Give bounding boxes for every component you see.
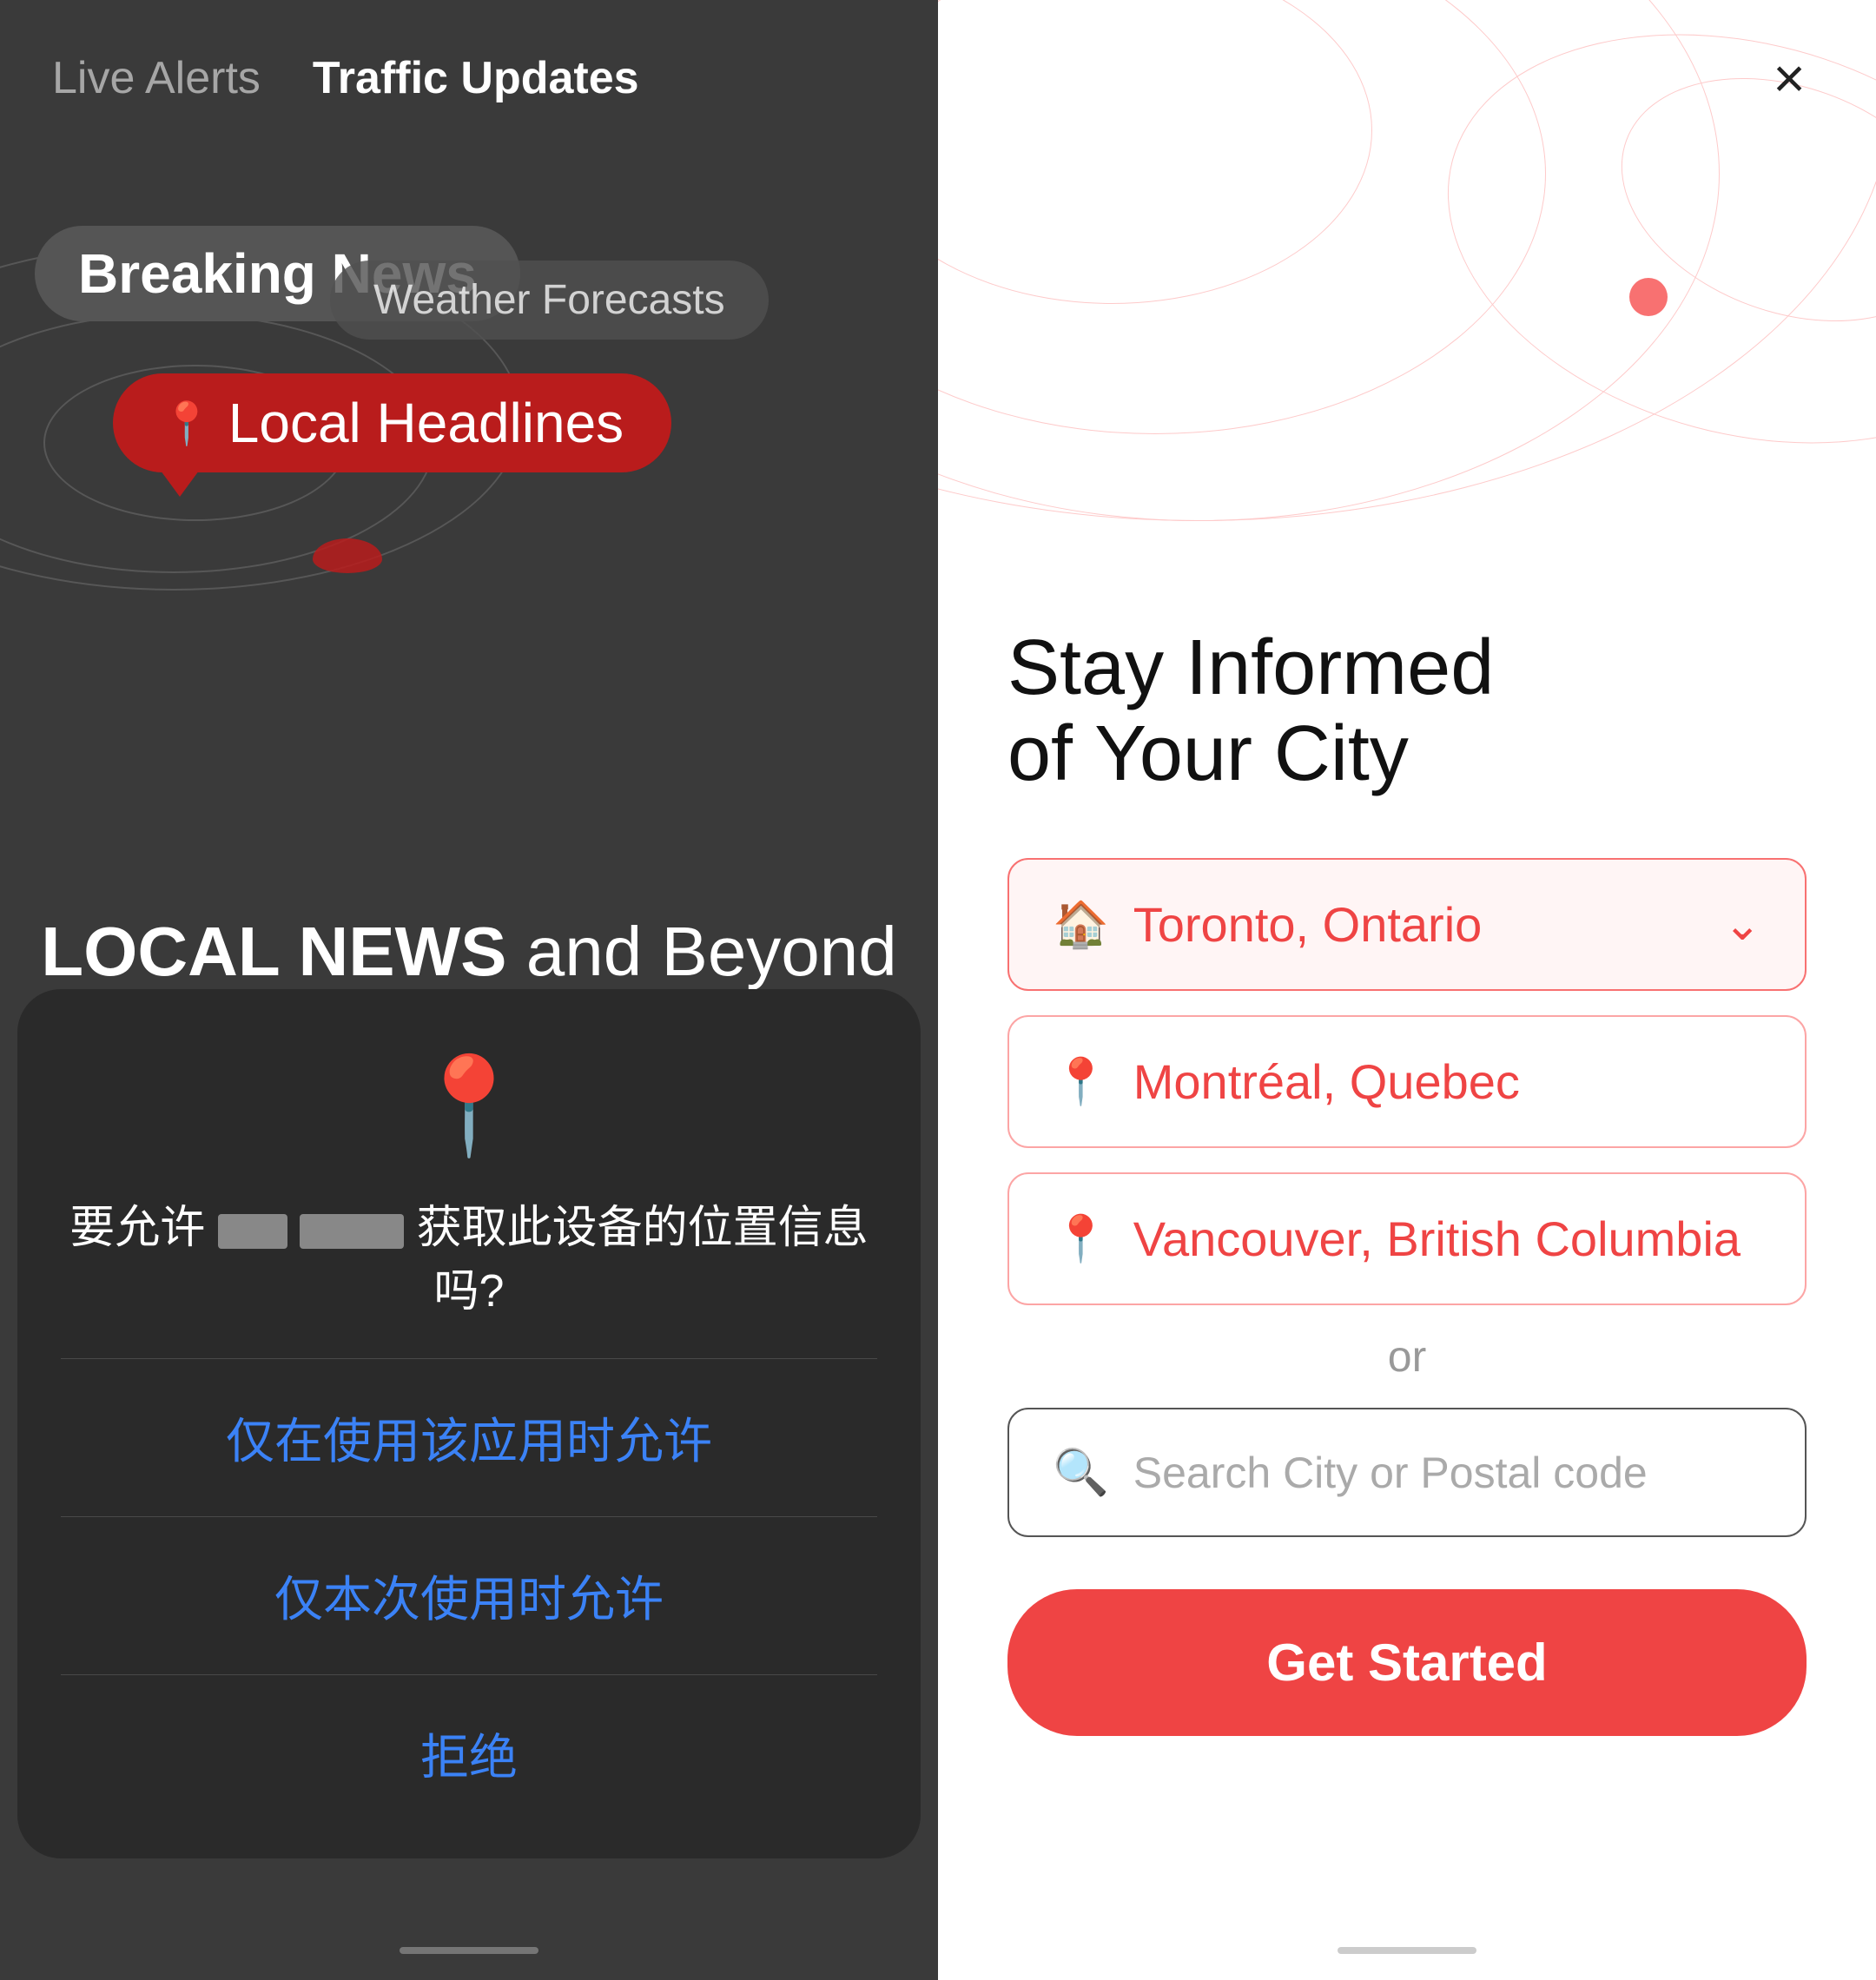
nav-live-alerts[interactable]: Live Alerts <box>52 52 261 104</box>
headline-area: Stay Informed of Your City <box>1007 625 1807 797</box>
pin-icon: 📍 <box>161 399 213 448</box>
home-icon: 🏠 <box>1053 898 1109 951</box>
local-news-bold: LOCAL NEWS <box>41 913 506 990</box>
right-panel: × Stay Informed of Your City 🏠 Toronto, … <box>938 0 1876 1980</box>
location-icon: 📍 <box>410 1050 529 1162</box>
local-news-title-area: LOCAL NEWS and Beyond <box>35 912 903 992</box>
bottom-indicator-left <box>400 1947 538 1954</box>
divider-3 <box>61 1674 877 1675</box>
chevron-down-icon: ⌄ <box>1723 899 1761 951</box>
city-option-toronto[interactable]: 🏠 Toronto, Ontario ⌄ <box>1007 858 1807 991</box>
allow-once-button[interactable]: 仅本次使用时允许 <box>274 1552 664 1640</box>
search-input-box[interactable]: 🔍 Search City or Postal code <box>1007 1408 1807 1537</box>
or-divider: or <box>1007 1331 1807 1382</box>
local-headlines-pill[interactable]: 📍 Local Headlines <box>113 373 671 472</box>
deny-button[interactable]: 拒绝 <box>420 1710 518 1798</box>
headline-of-your-city: of Your City <box>1007 711 1807 797</box>
weather-forecasts-label: Weather Forecasts <box>373 277 725 323</box>
divider-2 <box>61 1516 877 1517</box>
location-permission-dialog: 📍 要允许 获取此设备的位置信息吗? 仅在使用该应用时允许 仅本次使用时允许 拒… <box>17 989 921 1858</box>
bottom-indicator-right <box>1338 1947 1476 1954</box>
local-headlines-label: Local Headlines <box>228 391 624 455</box>
right-content-area: Stay Informed of Your City 🏠 Toronto, On… <box>1007 625 1807 1736</box>
city-option-vancouver[interactable]: 📍 Vancouver, British Columbia <box>1007 1172 1807 1305</box>
headline-your-city: Your City <box>1094 710 1409 797</box>
close-icon: × <box>1773 50 1805 106</box>
city-option-montreal[interactable]: 📍 Montréal, Quebec <box>1007 1015 1807 1148</box>
allow-while-using-button[interactable]: 仅在使用该应用时允许 <box>226 1394 712 1482</box>
city-name-toronto: Toronto, Ontario <box>1133 896 1483 953</box>
divider-1 <box>61 1358 877 1359</box>
headline-of: of <box>1007 710 1073 797</box>
city-name-montreal: Montréal, Quebec <box>1133 1053 1520 1110</box>
left-nav: Live Alerts Traffic Updates <box>0 52 938 104</box>
weather-forecasts-badge: Weather Forecasts <box>330 261 769 340</box>
bottom-bar-right <box>938 1947 1876 1954</box>
bottom-bar-left <box>0 1947 938 1954</box>
search-placeholder: Search City or Postal code <box>1133 1448 1648 1498</box>
close-button[interactable]: × <box>1754 43 1824 113</box>
local-news-light: and Beyond <box>526 913 897 990</box>
get-started-label: Get Started <box>1266 1634 1547 1692</box>
city-name-vancouver: Vancouver, British Columbia <box>1133 1211 1741 1267</box>
nav-traffic-updates[interactable]: Traffic Updates <box>313 52 639 104</box>
map-red-dot <box>1629 278 1668 316</box>
map-marker-dot <box>313 538 382 573</box>
search-icon: 🔍 <box>1053 1446 1109 1499</box>
pin-icon-montreal: 📍 <box>1053 1055 1109 1108</box>
redact-2 <box>300 1214 404 1249</box>
get-started-button[interactable]: Get Started <box>1007 1589 1807 1736</box>
pin-icon-vancouver: 📍 <box>1053 1212 1109 1265</box>
headline-stay-informed: Stay Informed <box>1007 625 1807 711</box>
left-panel: Live Alerts Traffic Updates Breaking New… <box>0 0 938 1980</box>
city-options-list: 🏠 Toronto, Ontario ⌄ 📍 Montréal, Quebec … <box>1007 858 1807 1305</box>
redact-1 <box>218 1214 287 1249</box>
location-question: 要允许 获取此设备的位置信息吗? <box>61 1197 877 1323</box>
